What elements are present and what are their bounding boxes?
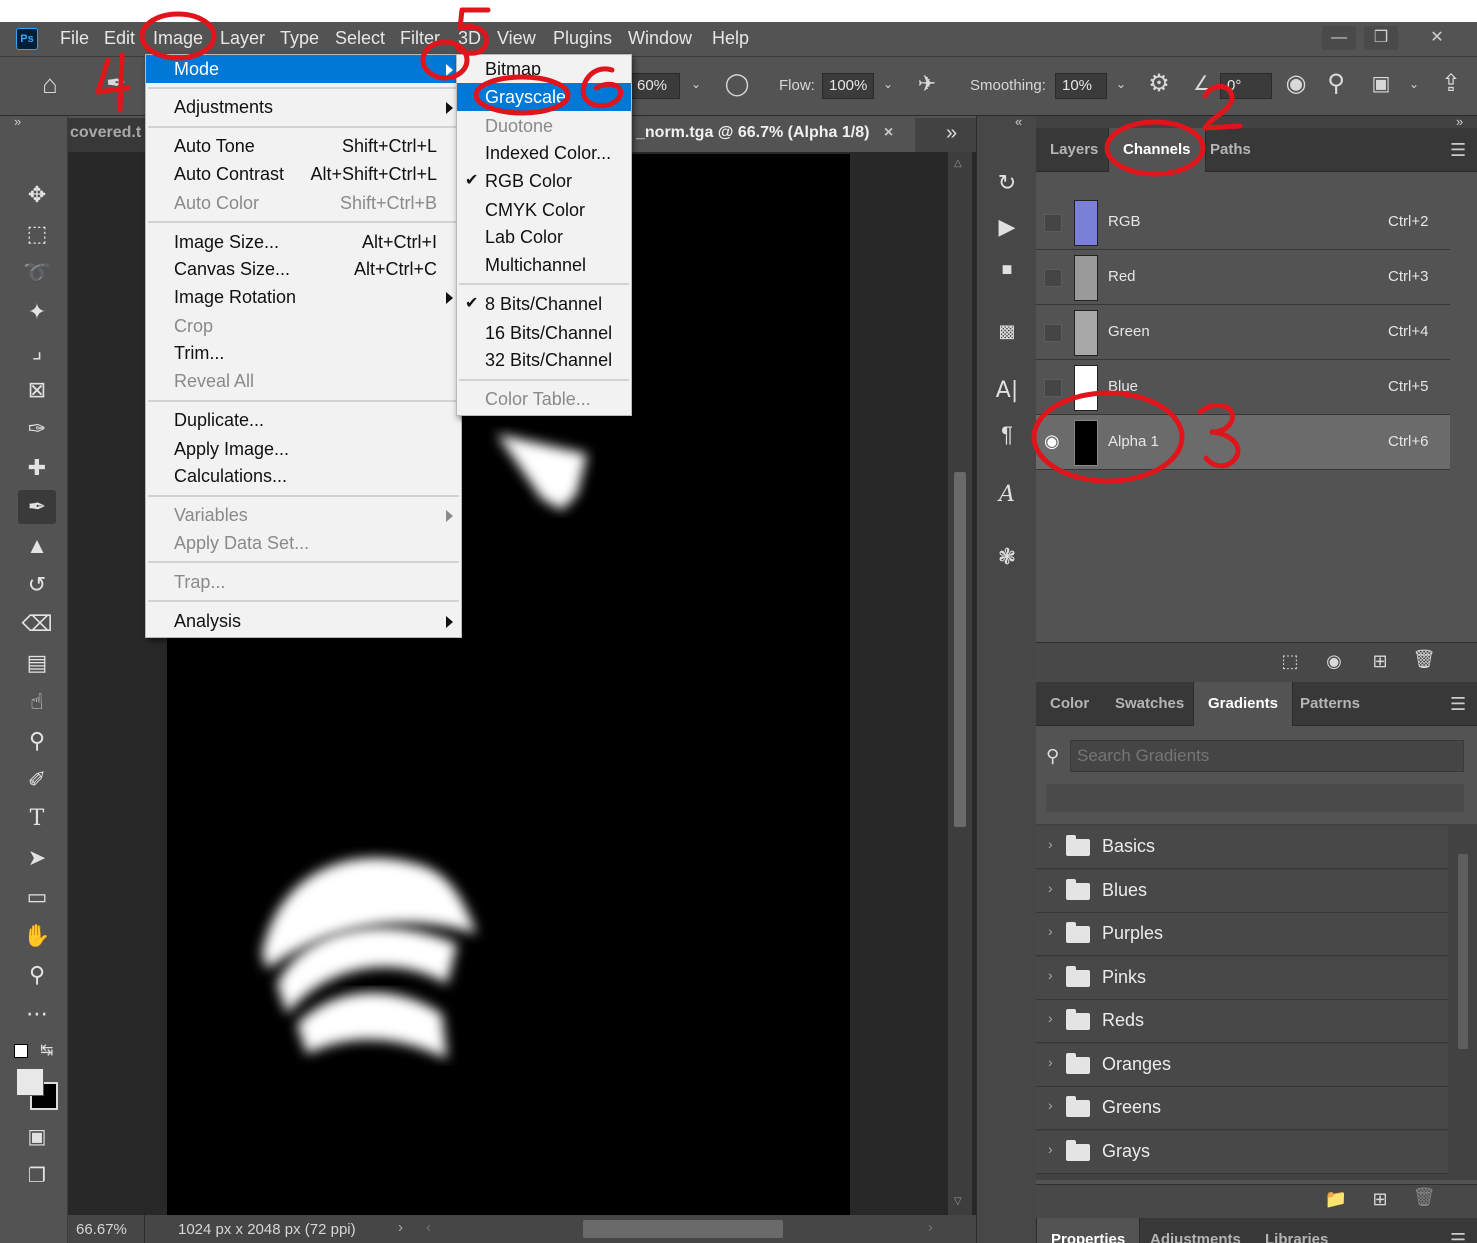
annotation-overlay <box>95 7 1243 484</box>
annotation-circle-alpha-channel <box>1031 390 1185 484</box>
annotation-circle-grayscale <box>473 74 571 116</box>
annotation-number-6 <box>580 66 624 109</box>
annotation-number-4 <box>95 52 131 113</box>
annotation-circle-channels-tab <box>1104 119 1206 177</box>
annotation-circle-image-menu <box>139 11 217 61</box>
annotation-number-2 <box>1202 84 1243 131</box>
annotation-number-3 <box>1197 402 1241 469</box>
